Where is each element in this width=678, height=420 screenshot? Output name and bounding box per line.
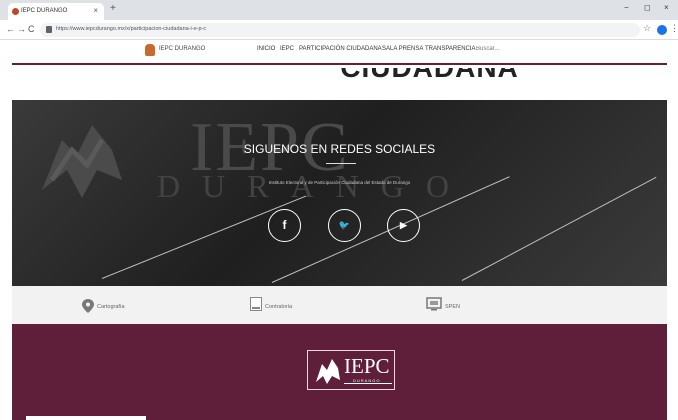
minimize-button[interactable]: − — [624, 3, 629, 12]
site-footer: IEPC DURANGO — [12, 324, 667, 420]
nav-item-transparencia[interactable]: TRANSPARENCIA — [425, 46, 476, 52]
site-search-input[interactable] — [476, 46, 536, 52]
title-divider — [326, 163, 356, 164]
nav-item-sala-prensa[interactable]: SALA PRENSA — [382, 46, 423, 52]
link-label: Contraloría — [265, 304, 293, 310]
browser-menu-icon[interactable]: ⋮ — [670, 23, 678, 34]
footer-logo-text: IEPC — [344, 354, 390, 378]
social-subtitle: Instituto Electoral y de Participación C… — [268, 180, 411, 185]
iepc-logo-icon[interactable] — [145, 44, 155, 56]
twitter-icon: 🐦 — [338, 220, 351, 230]
bookmark-star-icon[interactable]: ☆ — [643, 23, 651, 34]
url-text: https://www.iepcdurango.mx/x/participaci… — [56, 26, 207, 32]
link-label: Cartografía — [97, 304, 125, 310]
nav-item-inicio[interactable]: INICIO — [257, 46, 275, 52]
link-contraloria[interactable]: Contraloría — [250, 297, 320, 313]
top-divider — [12, 63, 667, 65]
background-durango-text: DURANGO — [157, 168, 471, 204]
document-icon — [250, 297, 262, 311]
map-pin-icon — [82, 299, 94, 313]
new-tab-button[interactable]: + — [110, 3, 116, 14]
background-cable — [461, 176, 657, 281]
quick-links-bar: Cartografía Contraloría SPEN — [12, 286, 667, 324]
address-bar[interactable]: https://www.iepcdurango.mx/x/participaci… — [40, 23, 640, 37]
footer-logo[interactable]: IEPC DURANGO — [307, 350, 395, 390]
forward-button[interactable]: → — [17, 24, 26, 34]
banner-word: CIUDADANA — [316, 68, 543, 92]
tab-title: IEPC DURANGO — [21, 8, 68, 14]
background-logo-icon — [42, 125, 122, 198]
facebook-icon: f — [282, 218, 287, 232]
nav-item-iepc[interactable]: IEPC — [280, 46, 294, 52]
browser-tab[interactable]: IEPC DURANGO × — [8, 3, 104, 20]
site-navbar: IEPC DURANGO INICIO IEPC PARTICIPACIÓN C… — [0, 40, 678, 60]
footer-logo-rule — [344, 383, 392, 384]
youtube-button[interactable]: ▶ — [387, 209, 420, 242]
link-spen[interactable]: SPEN — [426, 297, 486, 313]
footer-bottom-element — [26, 416, 146, 420]
link-label: SPEN — [445, 304, 460, 310]
profile-avatar[interactable] — [657, 25, 667, 35]
back-button[interactable]: ← — [6, 24, 15, 34]
reload-button[interactable]: C — [28, 24, 35, 34]
maximize-button[interactable]: ◻ — [644, 3, 651, 12]
social-section: IEPC DURANGO SIGUENOS EN REDES SOCIALES … — [12, 100, 667, 286]
tab-close-icon[interactable]: × — [93, 6, 98, 15]
nav-item-participacion[interactable]: PARTICIPACIÓN CIUDADANA — [299, 46, 382, 52]
footer-logo-subtext: DURANGO — [353, 378, 381, 383]
site-favicon-icon — [12, 8, 19, 15]
facebook-button[interactable]: f — [268, 209, 301, 242]
youtube-icon: ▶ — [400, 220, 407, 230]
site-brand[interactable]: IEPC DURANGO — [159, 46, 205, 52]
monitor-icon — [426, 297, 442, 311]
browser-tab-strip: IEPC DURANGO × + − ◻ × — [0, 0, 678, 20]
top-banner: CIUDADANA — [0, 60, 678, 100]
close-window-button[interactable]: × — [664, 3, 669, 12]
iepc-emblem-icon — [316, 359, 340, 384]
twitter-button[interactable]: 🐦 — [328, 209, 361, 242]
browser-toolbar: ← → C https://www.iepcdurango.mx/x/parti… — [0, 20, 678, 40]
link-cartografia[interactable]: Cartografía — [82, 299, 152, 313]
lock-icon — [46, 26, 52, 33]
social-title: SIGUENOS EN REDES SOCIALES — [243, 142, 436, 156]
